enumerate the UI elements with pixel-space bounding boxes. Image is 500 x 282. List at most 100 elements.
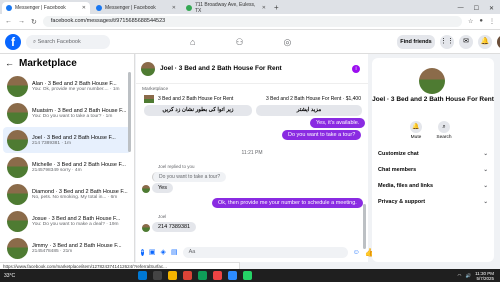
conversation-text: Josue · 3 Bed and 2 Bath House F... You: … bbox=[32, 216, 120, 227]
window-controls: — ☐ ✕ bbox=[458, 2, 500, 14]
taskbar-search-icon[interactable] bbox=[153, 271, 162, 280]
groups-icon[interactable]: ◎ bbox=[284, 37, 292, 48]
file-explorer-icon[interactable] bbox=[168, 271, 177, 280]
conversation-avatar bbox=[7, 75, 28, 97]
url-input[interactable]: facebook.com/messages/t/9715685688544523 bbox=[42, 16, 462, 27]
app-icon[interactable] bbox=[198, 271, 207, 280]
chat-scrollbar[interactable] bbox=[363, 204, 366, 249]
conversation-name: Jimmy · 3 Bed and 2 Bath House F... bbox=[32, 242, 122, 249]
conversation-avatar bbox=[7, 237, 28, 259]
close-tab-icon[interactable]: ✕ bbox=[172, 5, 176, 11]
quoted-message[interactable]: Do you want to take a tour? bbox=[152, 172, 227, 182]
close-window-icon[interactable]: ✕ bbox=[489, 5, 494, 12]
media-files-row[interactable]: Media, files and links ⌄ bbox=[378, 183, 488, 189]
weather-widget[interactable]: 33°C bbox=[4, 273, 15, 279]
address-bar-row: ← → ↻ facebook.com/messages/t/9715685688… bbox=[0, 14, 500, 30]
conversation-item[interactable]: Muatsim · 3 Bed and 2 Bath House F... You… bbox=[3, 100, 131, 126]
contact-name: Joel · 3 Bed and 2 Bath House For Rent bbox=[372, 96, 494, 103]
bookmark-star-icon[interactable]: ☆ bbox=[468, 18, 473, 25]
conversation-text: Michelle · 3 Bed and 2 Bath House F... 21… bbox=[32, 162, 126, 173]
wifi-icon[interactable]: ◠ bbox=[458, 273, 462, 279]
bell-icon: 🔔 bbox=[410, 121, 422, 133]
image-icon[interactable]: ▣ bbox=[149, 248, 156, 256]
chevron-down-icon: ⌄ bbox=[483, 167, 488, 173]
mute-button[interactable]: 🔔 Mute bbox=[406, 121, 426, 140]
search-icon: ⌕ bbox=[438, 121, 450, 133]
their-message[interactable]: 214 7389381 bbox=[152, 222, 197, 232]
gif-icon[interactable]: ▤ bbox=[171, 248, 178, 256]
contact-avatar[interactable] bbox=[419, 68, 445, 94]
reply-label: Joel replied to you bbox=[158, 164, 195, 169]
app-icon[interactable] bbox=[228, 271, 237, 280]
close-tab-icon[interactable]: ✕ bbox=[262, 5, 266, 11]
their-message[interactable]: Yes bbox=[152, 183, 173, 193]
conversation-item[interactable]: Joel · 3 Bed and 2 Bath House F... 214 73… bbox=[3, 127, 131, 153]
tab-title: Messenger | Facebook bbox=[105, 5, 156, 11]
friends-icon[interactable]: ⚇ bbox=[235, 37, 243, 48]
chat-avatar[interactable] bbox=[141, 61, 155, 76]
browser-tab[interactable]: Messenger | Facebook ✕ bbox=[92, 2, 180, 14]
conversation-item[interactable]: Alan · 3 Bed and 2 Bath House F... You: O… bbox=[3, 73, 131, 99]
chat-members-row[interactable]: Chat members ⌄ bbox=[378, 167, 488, 173]
forward-icon[interactable]: → bbox=[18, 18, 25, 25]
profile-icon[interactable]: ● bbox=[479, 18, 483, 25]
back-icon[interactable]: ← bbox=[5, 18, 12, 25]
conversation-avatar bbox=[7, 183, 28, 205]
conversation-name: Muatsim · 3 Bed and 2 Bath House F... bbox=[32, 107, 127, 114]
tab-title: 711 Broadway Ave, Euless, TX bbox=[195, 2, 256, 14]
conversation-preview: No, pets. No smoking. My total in... · 6… bbox=[32, 194, 118, 200]
listing-bar[interactable]: 3 Bed and 2 Bath House For Rent 3 Bed an… bbox=[144, 94, 369, 104]
conversation-preview: 214 7389381 · 1m bbox=[32, 140, 71, 146]
browser-tab[interactable]: 711 Broadway Ave, Euless, TX ✕ bbox=[182, 2, 270, 14]
chat-title[interactable]: Joel · 3 Bed and 2 Bath House For Rent bbox=[160, 65, 282, 72]
conversation-item[interactable]: Diamond · 3 Bed and 2 Bath House F... No,… bbox=[3, 181, 131, 207]
conversation-item[interactable]: Josue · 3 Bed and 2 Bath House F... You: … bbox=[3, 208, 131, 234]
windows-start-icon[interactable] bbox=[138, 271, 147, 280]
sidebar-scrollbar[interactable] bbox=[128, 72, 131, 152]
close-tab-icon[interactable]: ✕ bbox=[82, 5, 86, 11]
browser-tab[interactable]: Messenger | Facebook ✕ bbox=[2, 2, 90, 14]
customize-chat-row[interactable]: Customize chat ⌄ bbox=[378, 151, 488, 157]
home-icon[interactable]: ⌂ bbox=[190, 37, 195, 47]
chrome-icon[interactable] bbox=[183, 271, 192, 280]
clock-date: 5/7/2025 bbox=[476, 275, 494, 281]
search-input[interactable]: ⌕ Search Facebook bbox=[26, 34, 110, 49]
info-icon[interactable]: i bbox=[352, 64, 360, 73]
quick-reply-button[interactable]: مزید ایشتر bbox=[256, 105, 362, 116]
messenger-icon[interactable]: ✉ bbox=[459, 35, 473, 49]
plus-icon[interactable]: + bbox=[141, 248, 144, 256]
conversation-item[interactable]: Jimmy · 3 Bed and 2 Bath House F... 21454… bbox=[3, 235, 131, 261]
my-message[interactable]: Do you want to take a tour? bbox=[282, 130, 362, 140]
chevron-down-icon: ⌄ bbox=[483, 151, 488, 157]
conversation-item[interactable]: Michelle · 3 Bed and 2 Bath House F... 21… bbox=[3, 154, 131, 180]
find-friends-button[interactable]: Find friends bbox=[397, 35, 435, 49]
messenger-favicon-icon bbox=[6, 5, 12, 11]
reload-icon[interactable]: ↻ bbox=[31, 18, 37, 26]
taskbar: 33°C ◠ 🔊 11:30 PM 5/7/2025 bbox=[0, 269, 500, 282]
sticker-icon[interactable]: ◈ bbox=[161, 248, 166, 256]
menu-grid-icon[interactable]: ⋮⋮ bbox=[440, 35, 454, 49]
search-button[interactable]: ⌕ Search bbox=[434, 121, 454, 140]
notifications-icon[interactable]: 🔔 bbox=[478, 35, 492, 49]
chevron-down-icon: ⌄ bbox=[483, 199, 488, 205]
quick-reply-button[interactable]: زیر اتوا کی بطور نشان زد کریں bbox=[144, 105, 252, 116]
maximize-icon[interactable]: ☐ bbox=[474, 5, 479, 12]
privacy-support-row[interactable]: Privacy & support ⌄ bbox=[378, 199, 488, 205]
tab-title: Messenger | Facebook bbox=[15, 5, 66, 11]
clock[interactable]: 11:30 PM 5/7/2025 bbox=[475, 271, 494, 281]
menu-icon[interactable]: ⋮ bbox=[489, 18, 495, 25]
app-icon[interactable] bbox=[213, 271, 222, 280]
browser-tab-strip: Messenger | Facebook ✕ Messenger | Facebo… bbox=[0, 0, 500, 14]
new-tab-icon[interactable]: + bbox=[274, 2, 279, 14]
emoji-icon[interactable]: ☺ bbox=[353, 249, 360, 256]
sender-avatar bbox=[142, 224, 150, 232]
message-input[interactable]: Aa bbox=[182, 246, 348, 258]
my-message[interactable]: Ok, then provide me your number to sched… bbox=[212, 198, 363, 208]
volume-icon[interactable]: 🔊 bbox=[465, 273, 471, 279]
minimize-icon[interactable]: — bbox=[458, 5, 464, 11]
my-message[interactable]: Yes, it's available. bbox=[310, 118, 366, 128]
facebook-logo-icon[interactable]: f bbox=[5, 33, 21, 50]
listing-title: 3 Bed and 2 Bath House For Rent bbox=[158, 96, 234, 102]
whatsapp-icon[interactable] bbox=[243, 271, 252, 280]
back-arrow-icon[interactable]: ← bbox=[5, 58, 14, 68]
